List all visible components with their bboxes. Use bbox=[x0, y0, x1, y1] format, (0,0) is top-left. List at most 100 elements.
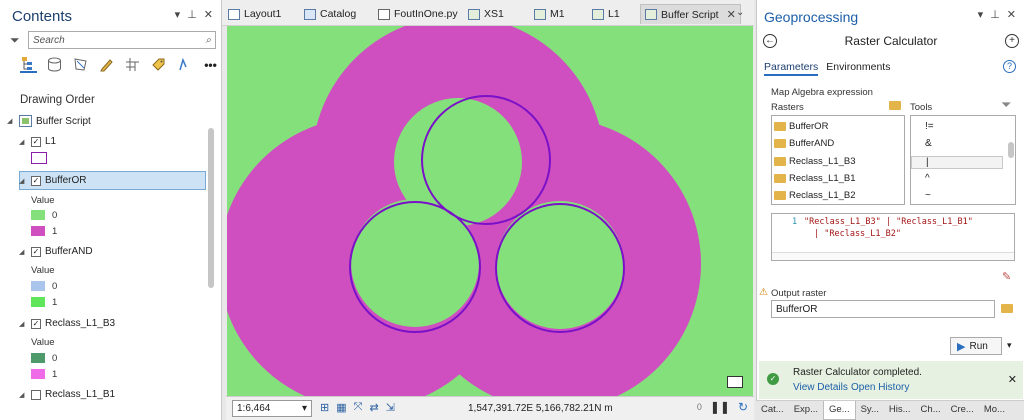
scale-selector[interactable]: 1:6,464 ▾ bbox=[232, 400, 312, 417]
legend-swatch-1[interactable] bbox=[31, 369, 45, 379]
legend-swatch-1[interactable] bbox=[31, 297, 45, 307]
drawing-order-icon[interactable] bbox=[20, 56, 37, 73]
filter-icon[interactable]: ⏷ bbox=[1001, 97, 1011, 113]
raster-item[interactable]: Reclass_L1_B1 bbox=[774, 173, 856, 184]
tools-scrollbar[interactable] bbox=[1008, 142, 1014, 158]
add-icon[interactable]: + bbox=[1005, 34, 1019, 48]
help-icon[interactable]: ? bbox=[1003, 60, 1016, 73]
search-icon[interactable]: ⌕ bbox=[205, 35, 211, 46]
open-history-link[interactable]: Open History bbox=[851, 382, 909, 393]
close-icon[interactable]: ✕ bbox=[1007, 8, 1016, 21]
dock-tab[interactable]: Sy... bbox=[856, 401, 884, 420]
map-node[interactable]: ◢ Buffer Script bbox=[7, 115, 91, 127]
search-input[interactable]: Search ⌕ bbox=[28, 31, 216, 49]
legend-swatch-0[interactable] bbox=[31, 281, 45, 291]
pin-icon[interactable]: ⊥ bbox=[187, 8, 197, 21]
chevron-down-icon[interactable]: ▾ bbox=[175, 8, 181, 21]
close-icon[interactable]: ✕ bbox=[1008, 373, 1017, 386]
tab-m1[interactable]: M1 bbox=[534, 4, 565, 24]
legend-swatch-0[interactable] bbox=[31, 210, 45, 220]
rasters-list[interactable]: BufferOR BufferAND Reclass_L1_B3 Reclass… bbox=[771, 115, 905, 205]
operator-item[interactable]: & bbox=[911, 138, 1003, 149]
tab-parameters[interactable]: Parameters bbox=[764, 61, 819, 76]
dock-tab[interactable]: Ch... bbox=[916, 401, 946, 420]
grid-icon[interactable]: ▦ bbox=[336, 401, 346, 414]
dock-tab-active[interactable]: Ge... bbox=[823, 401, 856, 420]
raster-item[interactable]: BufferOR bbox=[774, 121, 828, 132]
collapse-triangle-icon[interactable]: ◢ bbox=[19, 320, 27, 328]
eraser-icon[interactable]: ✎ bbox=[1002, 270, 1011, 283]
editing-icon[interactable] bbox=[98, 56, 115, 73]
chevron-down-icon[interactable]: ▾ bbox=[978, 8, 984, 21]
expression-editor[interactable]: 1 "Reclass_L1_B3" | "Reclass_L1_B1" | "R… bbox=[771, 213, 1015, 261]
filter-icon[interactable]: ⏷ bbox=[10, 33, 24, 48]
labeling-icon[interactable] bbox=[150, 56, 167, 73]
dock-tab[interactable]: Cat... bbox=[756, 401, 789, 420]
run-button[interactable]: ▶ Run bbox=[950, 337, 1002, 355]
l1-symbol[interactable] bbox=[31, 152, 47, 164]
operator-item[interactable]: != bbox=[911, 121, 1003, 132]
legend-value: 1 bbox=[52, 369, 58, 380]
pause-icon[interactable]: ❚❚ bbox=[710, 400, 730, 414]
operator-item[interactable]: ^ bbox=[911, 173, 1003, 184]
chart-icon[interactable] bbox=[176, 56, 193, 73]
tab-catalog[interactable]: Catalog bbox=[304, 4, 356, 24]
legend-swatch-0[interactable] bbox=[31, 353, 45, 363]
close-icon[interactable]: ✕ bbox=[204, 8, 213, 21]
dock-tab[interactable]: Exp... bbox=[789, 401, 823, 420]
raster-item[interactable]: BufferAND bbox=[774, 138, 834, 149]
extent-icon[interactable]: ⤧ bbox=[354, 401, 363, 414]
run-options-chevron-icon[interactable]: ▾ bbox=[1007, 340, 1012, 351]
dock-tab[interactable]: Cre... bbox=[946, 401, 979, 420]
map-canvas[interactable] bbox=[227, 26, 753, 396]
legend-swatch-1[interactable] bbox=[31, 226, 45, 236]
operator-item-selected[interactable]: | bbox=[911, 156, 1003, 169]
layer-visibility-checkbox[interactable]: ✓ bbox=[31, 136, 41, 147]
snapping-icon[interactable] bbox=[124, 56, 141, 73]
tab-foutinone[interactable]: FoutInOne.py bbox=[378, 4, 458, 24]
rotate-icon[interactable]: ⇄ bbox=[369, 401, 378, 414]
tabs-overflow-icon[interactable]: ⌄ bbox=[736, 7, 744, 18]
collapse-triangle-icon[interactable]: ◢ bbox=[19, 138, 27, 146]
refresh-icon[interactable]: ↻ bbox=[738, 400, 748, 414]
dock-tab[interactable]: His... bbox=[884, 401, 916, 420]
layer-bufferand[interactable]: ◢ ✓ BufferAND bbox=[19, 246, 93, 257]
overview-icon[interactable] bbox=[727, 376, 743, 388]
view-details-link[interactable]: View Details bbox=[793, 382, 848, 393]
collapse-triangle-icon[interactable]: ◢ bbox=[19, 391, 27, 399]
raster-item[interactable]: Reclass_L1_B2 bbox=[774, 190, 856, 201]
layer-reclass-l1-b1[interactable]: ◢ Reclass_L1_B1 bbox=[19, 389, 115, 400]
tab-buffer-script[interactable]: Buffer Script ✕ bbox=[640, 4, 741, 24]
more-options-icon[interactable]: ••• bbox=[202, 56, 219, 73]
collapse-triangle-icon[interactable]: ◢ bbox=[19, 177, 27, 185]
selection-icon[interactable] bbox=[72, 56, 89, 73]
expression-hscrollbar[interactable] bbox=[772, 252, 1014, 260]
dock-tab[interactable]: Mo... bbox=[979, 401, 1010, 420]
layer-l1[interactable]: ◢ ✓ L1 bbox=[19, 136, 56, 147]
map-view[interactable] bbox=[227, 26, 753, 396]
pan-icon[interactable]: ⇲ bbox=[386, 401, 395, 414]
layer-bufferor[interactable]: ◢ ✓ BufferOR bbox=[19, 175, 87, 186]
pin-icon[interactable]: ⊥ bbox=[990, 8, 1000, 21]
operator-item[interactable]: ~ bbox=[911, 190, 1003, 201]
tab-l1[interactable]: L1 bbox=[592, 4, 620, 24]
data-source-icon[interactable] bbox=[46, 56, 63, 73]
layer-visibility-checkbox[interactable] bbox=[31, 389, 41, 400]
fixed-zoom-icon[interactable]: ⊞ bbox=[320, 401, 329, 414]
browse-folder-icon[interactable] bbox=[1001, 304, 1013, 313]
output-raster-input[interactable]: BufferOR bbox=[771, 300, 995, 318]
tab-layout1[interactable]: Layout1 bbox=[228, 4, 281, 24]
tab-environments[interactable]: Environments bbox=[826, 61, 890, 76]
close-icon[interactable]: ✕ bbox=[727, 8, 736, 21]
raster-item[interactable]: Reclass_L1_B3 bbox=[774, 156, 856, 167]
collapse-triangle-icon[interactable]: ◢ bbox=[7, 117, 15, 125]
tools-list[interactable]: != & | ^ ~ bbox=[910, 115, 1016, 205]
collapse-triangle-icon[interactable]: ◢ bbox=[19, 248, 27, 256]
layer-visibility-checkbox[interactable]: ✓ bbox=[31, 175, 41, 186]
layer-visibility-checkbox[interactable]: ✓ bbox=[31, 246, 41, 257]
layer-visibility-checkbox[interactable]: ✓ bbox=[31, 318, 41, 329]
tab-xs1[interactable]: XS1 bbox=[468, 4, 504, 24]
folder-icon[interactable] bbox=[889, 101, 901, 110]
contents-scrollbar[interactable] bbox=[208, 128, 214, 288]
layer-reclass-l1-b3[interactable]: ◢ ✓ Reclass_L1_B3 bbox=[19, 318, 115, 329]
